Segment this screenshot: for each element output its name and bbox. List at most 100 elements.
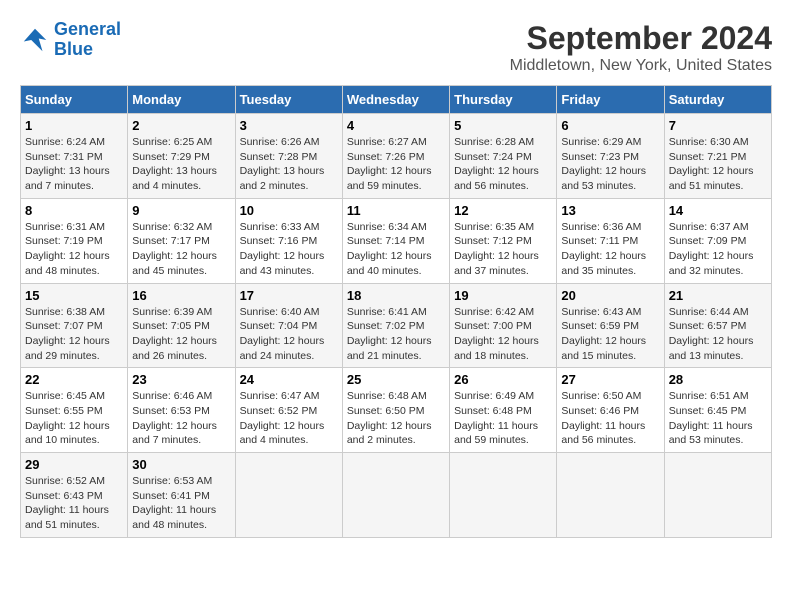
day-number: 6 xyxy=(561,118,659,133)
calendar-cell: 2 Sunrise: 6:25 AMSunset: 7:29 PMDayligh… xyxy=(128,114,235,199)
day-info: Sunrise: 6:49 AMSunset: 6:48 PMDaylight:… xyxy=(454,389,552,448)
calendar-body: 1 Sunrise: 6:24 AMSunset: 7:31 PMDayligh… xyxy=(21,114,772,538)
calendar-cell: 22 Sunrise: 6:45 AMSunset: 6:55 PMDaylig… xyxy=(21,368,128,453)
header-sunday: Sunday xyxy=(21,86,128,114)
calendar-cell: 18 Sunrise: 6:41 AMSunset: 7:02 PMDaylig… xyxy=(342,283,449,368)
calendar-header: Sunday Monday Tuesday Wednesday Thursday… xyxy=(21,86,772,114)
calendar-cell xyxy=(664,453,771,538)
day-info: Sunrise: 6:36 AMSunset: 7:11 PMDaylight:… xyxy=(561,220,659,279)
day-number: 8 xyxy=(25,203,123,218)
day-info: Sunrise: 6:35 AMSunset: 7:12 PMDaylight:… xyxy=(454,220,552,279)
day-number: 11 xyxy=(347,203,445,218)
day-info: Sunrise: 6:41 AMSunset: 7:02 PMDaylight:… xyxy=(347,305,445,364)
day-info: Sunrise: 6:50 AMSunset: 6:46 PMDaylight:… xyxy=(561,389,659,448)
day-number: 26 xyxy=(454,372,552,387)
header-saturday: Saturday xyxy=(664,86,771,114)
calendar-cell: 6 Sunrise: 6:29 AMSunset: 7:23 PMDayligh… xyxy=(557,114,664,199)
day-info: Sunrise: 6:26 AMSunset: 7:28 PMDaylight:… xyxy=(240,135,338,194)
day-number: 7 xyxy=(669,118,767,133)
calendar-cell: 15 Sunrise: 6:38 AMSunset: 7:07 PMDaylig… xyxy=(21,283,128,368)
day-number: 21 xyxy=(669,288,767,303)
day-info: Sunrise: 6:34 AMSunset: 7:14 PMDaylight:… xyxy=(347,220,445,279)
day-number: 27 xyxy=(561,372,659,387)
calendar-cell: 20 Sunrise: 6:43 AMSunset: 6:59 PMDaylig… xyxy=(557,283,664,368)
day-number: 2 xyxy=(132,118,230,133)
day-info: Sunrise: 6:33 AMSunset: 7:16 PMDaylight:… xyxy=(240,220,338,279)
calendar-week-3: 15 Sunrise: 6:38 AMSunset: 7:07 PMDaylig… xyxy=(21,283,772,368)
day-info: Sunrise: 6:37 AMSunset: 7:09 PMDaylight:… xyxy=(669,220,767,279)
day-info: Sunrise: 6:30 AMSunset: 7:21 PMDaylight:… xyxy=(669,135,767,194)
calendar-cell xyxy=(342,453,449,538)
day-info: Sunrise: 6:53 AMSunset: 6:41 PMDaylight:… xyxy=(132,474,230,533)
calendar-cell: 8 Sunrise: 6:31 AMSunset: 7:19 PMDayligh… xyxy=(21,198,128,283)
calendar-cell xyxy=(235,453,342,538)
day-info: Sunrise: 6:42 AMSunset: 7:00 PMDaylight:… xyxy=(454,305,552,364)
day-number: 18 xyxy=(347,288,445,303)
calendar-week-4: 22 Sunrise: 6:45 AMSunset: 6:55 PMDaylig… xyxy=(21,368,772,453)
day-number: 12 xyxy=(454,203,552,218)
day-number: 10 xyxy=(240,203,338,218)
day-number: 4 xyxy=(347,118,445,133)
day-info: Sunrise: 6:28 AMSunset: 7:24 PMDaylight:… xyxy=(454,135,552,194)
logo-line2: Blue xyxy=(54,39,93,59)
day-number: 3 xyxy=(240,118,338,133)
day-number: 25 xyxy=(347,372,445,387)
calendar-cell: 23 Sunrise: 6:46 AMSunset: 6:53 PMDaylig… xyxy=(128,368,235,453)
calendar-cell: 27 Sunrise: 6:50 AMSunset: 6:46 PMDaylig… xyxy=(557,368,664,453)
calendar-cell: 25 Sunrise: 6:48 AMSunset: 6:50 PMDaylig… xyxy=(342,368,449,453)
calendar-week-2: 8 Sunrise: 6:31 AMSunset: 7:19 PMDayligh… xyxy=(21,198,772,283)
day-info: Sunrise: 6:25 AMSunset: 7:29 PMDaylight:… xyxy=(132,135,230,194)
calendar-cell: 21 Sunrise: 6:44 AMSunset: 6:57 PMDaylig… xyxy=(664,283,771,368)
day-number: 13 xyxy=(561,203,659,218)
day-info: Sunrise: 6:38 AMSunset: 7:07 PMDaylight:… xyxy=(25,305,123,364)
day-number: 17 xyxy=(240,288,338,303)
day-info: Sunrise: 6:39 AMSunset: 7:05 PMDaylight:… xyxy=(132,305,230,364)
calendar-cell: 4 Sunrise: 6:27 AMSunset: 7:26 PMDayligh… xyxy=(342,114,449,199)
day-number: 1 xyxy=(25,118,123,133)
calendar-cell: 26 Sunrise: 6:49 AMSunset: 6:48 PMDaylig… xyxy=(450,368,557,453)
calendar-subtitle: Middletown, New York, United States xyxy=(510,57,772,75)
day-number: 24 xyxy=(240,372,338,387)
day-number: 20 xyxy=(561,288,659,303)
calendar-cell: 9 Sunrise: 6:32 AMSunset: 7:17 PMDayligh… xyxy=(128,198,235,283)
calendar-cell: 11 Sunrise: 6:34 AMSunset: 7:14 PMDaylig… xyxy=(342,198,449,283)
calendar-week-5: 29 Sunrise: 6:52 AMSunset: 6:43 PMDaylig… xyxy=(21,453,772,538)
day-info: Sunrise: 6:31 AMSunset: 7:19 PMDaylight:… xyxy=(25,220,123,279)
day-info: Sunrise: 6:40 AMSunset: 7:04 PMDaylight:… xyxy=(240,305,338,364)
day-number: 19 xyxy=(454,288,552,303)
page-header: General Blue September 2024 Middletown, … xyxy=(20,20,772,75)
calendar-cell xyxy=(557,453,664,538)
title-block: September 2024 Middletown, New York, Uni… xyxy=(510,20,772,75)
day-number: 29 xyxy=(25,457,123,472)
day-number: 22 xyxy=(25,372,123,387)
header-monday: Monday xyxy=(128,86,235,114)
day-number: 15 xyxy=(25,288,123,303)
day-info: Sunrise: 6:32 AMSunset: 7:17 PMDaylight:… xyxy=(132,220,230,279)
day-info: Sunrise: 6:43 AMSunset: 6:59 PMDaylight:… xyxy=(561,305,659,364)
day-info: Sunrise: 6:44 AMSunset: 6:57 PMDaylight:… xyxy=(669,305,767,364)
logo: General Blue xyxy=(20,20,121,60)
calendar-cell: 3 Sunrise: 6:26 AMSunset: 7:28 PMDayligh… xyxy=(235,114,342,199)
calendar-table: Sunday Monday Tuesday Wednesday Thursday… xyxy=(20,85,772,538)
calendar-cell: 14 Sunrise: 6:37 AMSunset: 7:09 PMDaylig… xyxy=(664,198,771,283)
header-friday: Friday xyxy=(557,86,664,114)
logo-line1: General xyxy=(54,19,121,39)
calendar-cell: 28 Sunrise: 6:51 AMSunset: 6:45 PMDaylig… xyxy=(664,368,771,453)
calendar-cell: 1 Sunrise: 6:24 AMSunset: 7:31 PMDayligh… xyxy=(21,114,128,199)
logo-text: General Blue xyxy=(54,20,121,60)
day-info: Sunrise: 6:52 AMSunset: 6:43 PMDaylight:… xyxy=(25,474,123,533)
calendar-cell xyxy=(450,453,557,538)
calendar-cell: 24 Sunrise: 6:47 AMSunset: 6:52 PMDaylig… xyxy=(235,368,342,453)
day-info: Sunrise: 6:46 AMSunset: 6:53 PMDaylight:… xyxy=(132,389,230,448)
day-number: 14 xyxy=(669,203,767,218)
header-tuesday: Tuesday xyxy=(235,86,342,114)
calendar-cell: 29 Sunrise: 6:52 AMSunset: 6:43 PMDaylig… xyxy=(21,453,128,538)
day-number: 23 xyxy=(132,372,230,387)
day-info: Sunrise: 6:27 AMSunset: 7:26 PMDaylight:… xyxy=(347,135,445,194)
calendar-cell: 19 Sunrise: 6:42 AMSunset: 7:00 PMDaylig… xyxy=(450,283,557,368)
calendar-cell: 13 Sunrise: 6:36 AMSunset: 7:11 PMDaylig… xyxy=(557,198,664,283)
day-info: Sunrise: 6:29 AMSunset: 7:23 PMDaylight:… xyxy=(561,135,659,194)
day-info: Sunrise: 6:51 AMSunset: 6:45 PMDaylight:… xyxy=(669,389,767,448)
day-number: 28 xyxy=(669,372,767,387)
calendar-week-1: 1 Sunrise: 6:24 AMSunset: 7:31 PMDayligh… xyxy=(21,114,772,199)
